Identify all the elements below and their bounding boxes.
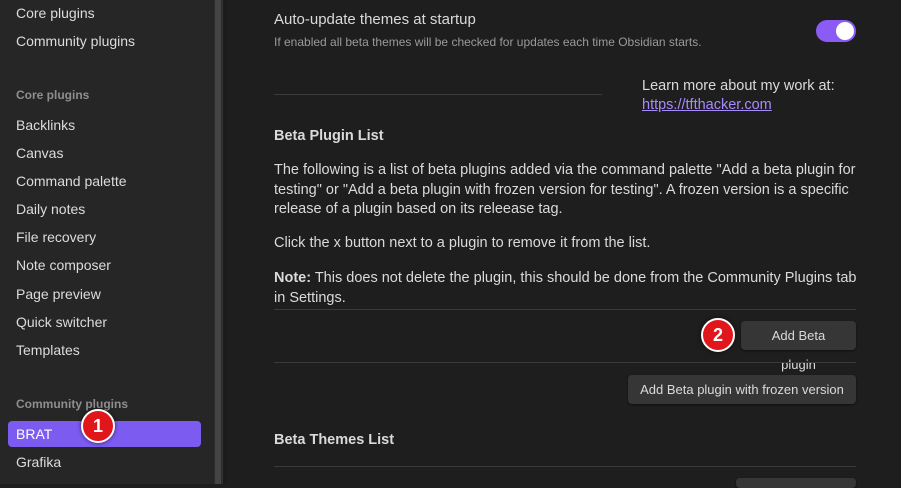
add-beta-plugin-button[interactable]: Add Beta plugin [741, 321, 856, 372]
themes-divider [274, 466, 856, 467]
section-divider [274, 94, 602, 95]
step-marker-2: 2 [701, 318, 735, 352]
sidebar-item-quick-switcher[interactable]: Quick switcher [8, 309, 201, 335]
auto-update-setting-name: Auto-update themes at startup [274, 11, 476, 28]
community-plugins-heading: Community plugins [16, 397, 128, 411]
sidebar-item-page-preview[interactable]: Page preview [8, 281, 201, 307]
beta-themes-list-title: Beta Themes List [274, 432, 395, 448]
toggle-knob [836, 22, 854, 40]
sidebar-item-community-plugins[interactable]: Community plugins [8, 28, 201, 54]
sidebar-item-core-plugins[interactable]: Core plugins [8, 0, 201, 26]
beta-plugin-list-title: Beta Plugin List [274, 128, 384, 144]
sidebar-item-note-composer[interactable]: Note composer [8, 252, 201, 278]
note-paragraph: Note: This does not delete the plugin, t… [274, 269, 862, 308]
sidebar-item-command-palette[interactable]: Command palette [8, 168, 201, 194]
sidebar-item-daily-notes[interactable]: Daily notes [8, 196, 201, 222]
remove-plugin-hint: Click the x button next to a plugin to r… [274, 235, 651, 251]
learn-more-text: Learn more about my work at: [642, 78, 835, 94]
auto-update-toggle[interactable] [816, 20, 856, 42]
sidebar-scrollbar-thumb[interactable] [215, 0, 221, 484]
beta-plugin-description: The following is a list of beta plugins … [274, 162, 856, 217]
add-frozen-beta-plugin-button[interactable]: Add Beta plugin with frozen version [628, 375, 856, 404]
note-label: Note: [274, 270, 312, 286]
sidebar-item-templates[interactable]: Templates [8, 337, 201, 363]
pane-divider[interactable] [222, 0, 226, 484]
button-row-divider-2 [274, 362, 856, 363]
sidebar-scrollbar[interactable] [214, 0, 222, 484]
button-row-divider [274, 309, 856, 310]
tfthacker-link[interactable]: https://tfthacker.com [642, 97, 772, 113]
sidebar-item-file-recovery[interactable]: File recovery [8, 224, 201, 250]
sidebar-item-grafika[interactable]: Grafika [8, 449, 201, 475]
auto-update-setting-desc: If enabled all beta themes will be check… [274, 35, 702, 49]
note-text: This does not delete the plugin, this sh… [274, 270, 857, 306]
core-plugins-heading: Core plugins [16, 88, 90, 102]
step-marker-1: 1 [81, 409, 115, 443]
partially-visible-button[interactable] [736, 478, 856, 488]
sidebar-item-backlinks[interactable]: Backlinks [8, 112, 201, 138]
sidebar-item-canvas[interactable]: Canvas [8, 140, 201, 166]
